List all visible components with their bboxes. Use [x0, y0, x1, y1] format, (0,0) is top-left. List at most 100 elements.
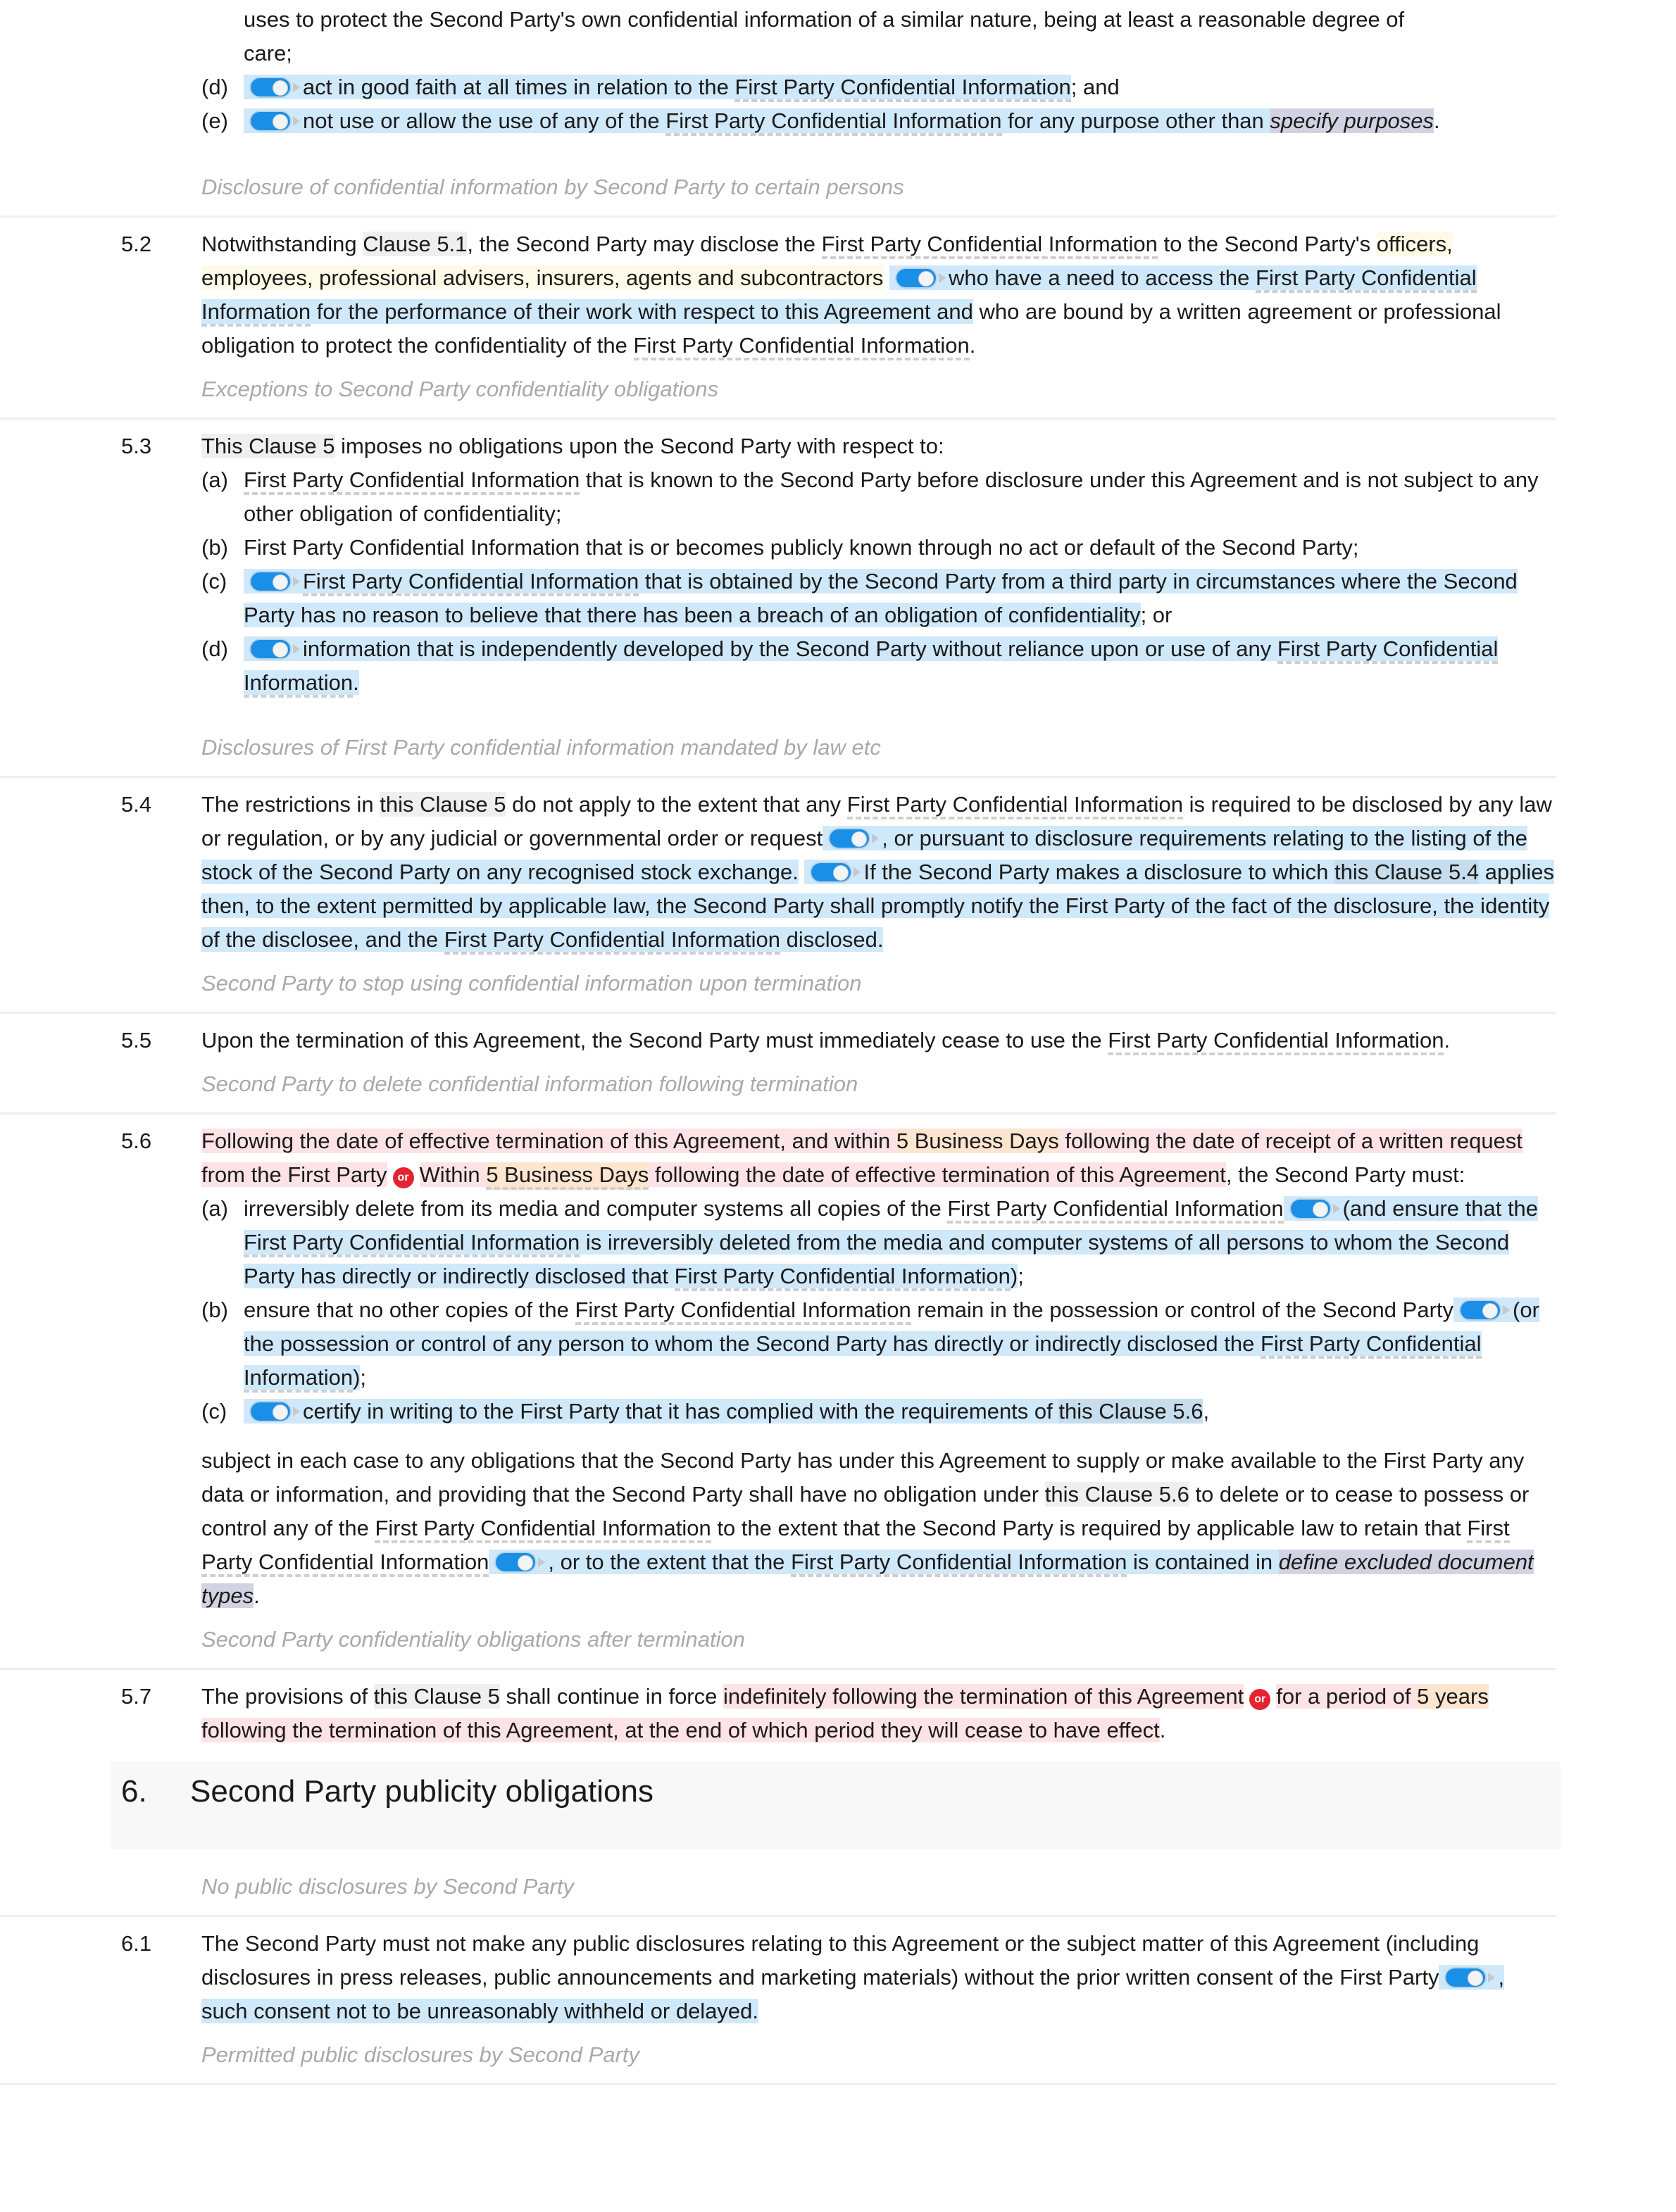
subclause-a: (a) First Party Confidential Information…	[0, 463, 1556, 531]
text: ;	[360, 1365, 367, 1390]
text: .	[1159, 1718, 1166, 1742]
defined-term[interactable]: First Party Confidential Information	[575, 1297, 911, 1325]
subclause-letter: (a)	[201, 1196, 228, 1221]
subclause-b: (b) First Party Confidential Information…	[0, 531, 1556, 565]
optional-text[interactable]: act in good faith at all times in relati…	[244, 75, 1071, 102]
defined-term[interactable]: First Party Confidential Information	[947, 1196, 1284, 1224]
optional-text[interactable]: First Party Confidential Information tha…	[244, 569, 1518, 627]
placeholder-field[interactable]: specify purposes	[1270, 108, 1434, 133]
defined-term[interactable]: First Party Confidential Information	[303, 569, 639, 596]
clause-number: 5.4	[121, 792, 152, 817]
defined-term[interactable]: First Party Confidential Information	[821, 232, 1158, 259]
optional-text[interactable]: certify in writing to the First Party th…	[244, 1399, 1203, 1424]
clause-number: 6.1	[121, 1931, 152, 1956]
section-heading: 6. Second Party publicity obligations	[111, 1761, 1561, 1849]
defined-term[interactable]: First Party Confidential Information	[444, 927, 780, 955]
subclause-e: (e) not use or allow the use of any of t…	[0, 104, 1556, 138]
toggle-on-icon[interactable]	[251, 1402, 300, 1421]
text: imposes no obligations upon the Second P…	[341, 434, 944, 458]
subclause-letter: (b)	[201, 535, 228, 560]
text: )	[1010, 1264, 1018, 1288]
toggle-on-icon[interactable]	[1290, 1200, 1340, 1218]
toggle-on-icon[interactable]	[830, 829, 880, 848]
variable-value[interactable]: 5 years	[1417, 1684, 1489, 1709]
text: for a period of	[1276, 1684, 1411, 1709]
clause-reference[interactable]: this Clause 5.4	[1334, 860, 1480, 884]
text: , the Second Party must:	[1225, 1162, 1465, 1187]
toggle-on-icon[interactable]	[811, 863, 861, 881]
toggle-on-icon[interactable]	[1446, 1968, 1496, 1987]
text: , or to the extent that the	[548, 1550, 785, 1574]
clause-heading: Disclosure of confidential information b…	[0, 170, 1556, 218]
optional-text[interactable]: not use or allow the use of any of the F…	[244, 108, 1270, 136]
optional-text[interactable]: information that is independently develo…	[244, 636, 1499, 698]
clause-number: 5.3	[121, 434, 152, 458]
toggle-on-icon[interactable]	[1461, 1301, 1511, 1319]
defined-term[interactable]: First Party Confidential Information	[665, 108, 1002, 136]
clause-5-6-tail: subject in each case to any obligations …	[0, 1444, 1556, 1613]
toggle-on-icon[interactable]	[251, 640, 300, 658]
clause-number: 5.7	[121, 1684, 152, 1709]
clause-reference[interactable]: This Clause 5	[201, 434, 335, 458]
clause-reference[interactable]: this Clause 5	[373, 1684, 500, 1709]
text: .	[1444, 1028, 1451, 1052]
clause-heading: No public disclosures by Second Party	[0, 1870, 1556, 1917]
variable-value[interactable]: 5 Business Days	[486, 1162, 649, 1190]
subclause-c-continuation: uses to protect the Second Party's own c…	[0, 3, 1556, 70]
defined-term[interactable]: First Party Confidential Information	[633, 333, 970, 360]
clause-heading: Exceptions to Second Party confidentiali…	[0, 372, 1556, 420]
text: (and ensure that the	[1342, 1196, 1539, 1221]
clause-heading: Second Party to stop using confidential …	[0, 967, 1556, 1014]
clause-reference[interactable]: this Clause 5.6	[1044, 1482, 1189, 1507]
optional-text[interactable]: , or to the extent that the First Party …	[489, 1550, 1279, 1577]
toggle-on-icon[interactable]	[251, 112, 300, 130]
clause-heading: Disclosures of First Party confidential …	[0, 731, 1556, 778]
clause-reference[interactable]: Clause 5.1	[363, 232, 468, 256]
text: for the performance of their work with r…	[316, 299, 973, 324]
variable-value[interactable]: 5 Business Days	[896, 1129, 1059, 1153]
text: ,	[1203, 1399, 1210, 1424]
text: .	[1434, 108, 1440, 133]
text: following the date of effective terminat…	[654, 1162, 1226, 1187]
clause-reference[interactable]: this Clause 5.6	[1058, 1399, 1203, 1424]
clause-reference[interactable]: this Clause 5	[380, 792, 506, 817]
text: following the termination of this Agreem…	[201, 1718, 1160, 1742]
defined-term[interactable]: First Party Confidential Information	[791, 1550, 1127, 1577]
alternative-option-1[interactable]: indefinitely following the termination o…	[723, 1684, 1244, 1709]
toggle-on-icon[interactable]	[251, 572, 300, 591]
defined-term[interactable]: First Party Confidential Information	[846, 792, 1184, 819]
text: .	[969, 333, 976, 358]
or-badge-icon[interactable]: or	[392, 1167, 414, 1188]
text: ;	[1018, 1264, 1024, 1288]
section-number: 6.	[121, 1774, 147, 1809]
text: disclosed.	[786, 927, 884, 952]
clause-number: 5.2	[121, 232, 152, 256]
text: to the Second Party's	[1163, 232, 1371, 256]
defined-term[interactable]: First Party Confidential Information	[244, 1230, 580, 1257]
text: to the extent that the Second Party is r…	[717, 1516, 1461, 1540]
defined-term[interactable]: First Party Confidential Information	[375, 1516, 711, 1543]
defined-term[interactable]: First Party Confidential Information	[1108, 1028, 1444, 1055]
toggle-on-icon[interactable]	[896, 269, 946, 287]
subclause-d: (d) information that is independently de…	[0, 632, 1556, 700]
clause-heading: Second Party confidentiality obligations…	[0, 1623, 1556, 1670]
subclause-letter: (c)	[201, 569, 227, 593]
text: care;	[244, 41, 292, 65]
or-badge-icon[interactable]: or	[1249, 1689, 1271, 1710]
defined-term[interactable]: First Party Confidential Information	[734, 75, 1071, 102]
alternative-option-2[interactable]: Within 5 Business Days following the dat…	[419, 1162, 1226, 1190]
toggle-on-icon[interactable]	[496, 1553, 546, 1571]
clause-5-4: 5.4 The restrictions in this Clause 5 do…	[0, 788, 1556, 957]
text: The Second Party must not make any publi…	[201, 1931, 1480, 1990]
clause-5-5: 5.5 Upon the termination of this Agreeme…	[0, 1024, 1556, 1057]
toggle-on-icon[interactable]	[251, 78, 300, 96]
defined-term[interactable]: First Party Confidential Information	[674, 1264, 1011, 1291]
text: .	[353, 670, 359, 695]
text: Upon the termination of this Agreement, …	[201, 1028, 1102, 1052]
text: who have a need to access the	[949, 265, 1250, 290]
text: First Party Confidential Information tha…	[244, 535, 1359, 560]
document-page: uses to protect the Second Party's own c…	[0, 0, 1676, 2095]
text: If the Second Party makes a disclosure t…	[863, 860, 1329, 884]
defined-term[interactable]: First Party Confidential Information	[244, 467, 580, 495]
clause-number: 5.5	[121, 1028, 152, 1052]
